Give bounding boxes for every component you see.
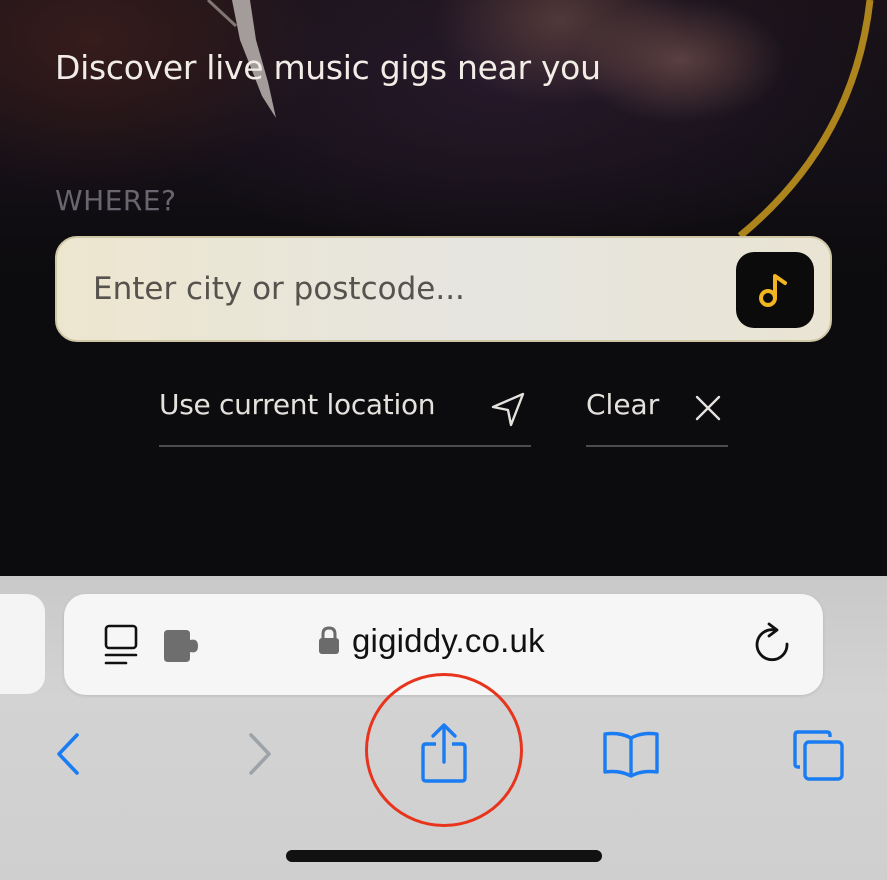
browser-toolbar: gigiddy.co.uk <box>0 576 887 880</box>
location-search-box <box>55 236 832 342</box>
chevron-right-icon <box>249 733 271 775</box>
location-arrow-icon <box>491 392 525 427</box>
chevron-left-icon <box>57 733 79 775</box>
web-page: Discover live music gigs near you WHERE?… <box>0 0 887 576</box>
clear-label: Clear <box>586 388 660 421</box>
back-button[interactable] <box>40 726 96 782</box>
use-current-location-label: Use current location <box>159 388 436 421</box>
tabs-button[interactable] <box>788 726 850 786</box>
location-search-input[interactable] <box>93 266 713 312</box>
reader-mode-icon[interactable] <box>102 624 142 668</box>
share-icon <box>421 723 467 783</box>
close-icon <box>695 395 721 421</box>
music-note-icon <box>759 274 787 307</box>
share-button[interactable] <box>412 718 476 788</box>
use-current-location-button[interactable]: Use current location <box>159 388 531 447</box>
where-label: WHERE? <box>55 184 177 217</box>
forward-button[interactable] <box>232 726 288 782</box>
tabs-icon <box>793 730 844 781</box>
bookmarks-button[interactable] <box>598 726 664 782</box>
url-text: gigiddy.co.uk <box>352 622 545 659</box>
lock-icon <box>319 626 339 654</box>
url-display[interactable]: gigiddy.co.uk <box>318 622 545 660</box>
reload-icon[interactable] <box>753 622 793 666</box>
home-indicator[interactable] <box>286 850 602 862</box>
address-bar[interactable]: gigiddy.co.uk <box>64 594 823 695</box>
book-icon <box>603 731 659 778</box>
page-headline: Discover live music gigs near you <box>55 48 601 87</box>
extension-puzzle-icon[interactable] <box>162 628 202 664</box>
previous-tab-preview[interactable] <box>0 594 45 694</box>
search-submit-button[interactable] <box>736 252 814 328</box>
clear-button[interactable]: Clear <box>586 388 728 447</box>
